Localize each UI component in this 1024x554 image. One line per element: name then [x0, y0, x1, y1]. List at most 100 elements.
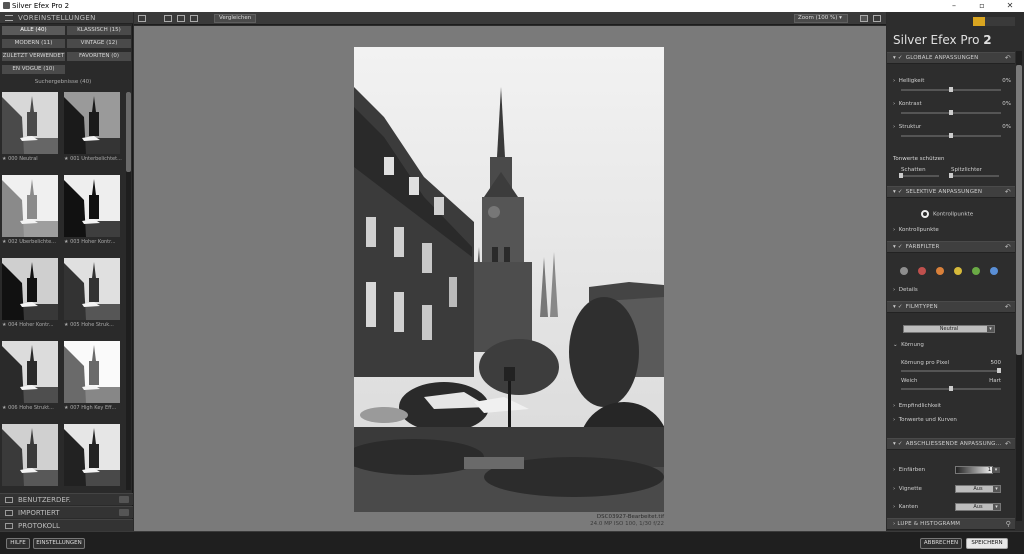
- reset-icon[interactable]: ↶: [1005, 302, 1011, 313]
- minimize-button[interactable]: –: [940, 0, 968, 12]
- maximize-button[interactable]: ▫: [968, 0, 996, 12]
- structure-slider-knob[interactable]: [949, 133, 953, 138]
- contrast-slider[interactable]: [901, 110, 1001, 115]
- grain-row[interactable]: ⌄ Körnung: [893, 342, 1011, 348]
- background-color-icon[interactable]: [860, 15, 868, 22]
- presets-header[interactable]: VOREINSTELLUNGEN: [0, 12, 133, 24]
- tab-recent[interactable]: ZULETZT VERWENDET: [1, 51, 66, 62]
- toggle-sidebar-icon[interactable]: [138, 15, 146, 22]
- save-button[interactable]: SPEICHERN: [966, 538, 1008, 549]
- reset-icon[interactable]: ↶: [1005, 53, 1011, 64]
- enabled-check-icon[interactable]: ✓: [898, 441, 903, 447]
- vignette-dropdown[interactable]: Aus ▾: [955, 485, 1001, 493]
- edges-dropdown[interactable]: Aus ▾: [955, 503, 1001, 511]
- grain-per-pixel-knob[interactable]: [997, 368, 1001, 373]
- close-button[interactable]: ✕: [996, 0, 1024, 12]
- brightness-slider-knob[interactable]: [949, 87, 953, 92]
- color-filter-swatch[interactable]: [900, 267, 908, 275]
- protect-shadows[interactable]: Schatten: [901, 167, 941, 173]
- view-toolbar: Vergleichen Zoom (100 %) ▾: [134, 12, 886, 25]
- zoom-dropdown[interactable]: Zoom (100 %) ▾: [794, 14, 848, 23]
- preset-thumbnail[interactable]: ★ 005 Hohe Struk...: [64, 258, 120, 330]
- preset-thumbnail[interactable]: ★ 000 Neutral: [2, 92, 58, 164]
- color-filter-swatch[interactable]: [972, 267, 980, 275]
- tab-all[interactable]: ALLE (40): [1, 25, 66, 36]
- film-type-dropdown[interactable]: Neutral ▾: [903, 325, 995, 333]
- section-loupe-histogram[interactable]: › LUPE & HISTOGRAMM ⚲: [887, 518, 1015, 530]
- image-canvas[interactable]: DSC03927-Bearbeitet.tif 24.0 MP ISO 100,…: [134, 26, 886, 531]
- adjustments-scrollbar[interactable]: [1016, 51, 1022, 521]
- tone-curves-row[interactable]: › Tonwerte und Kurven: [893, 417, 1011, 423]
- add-preset-button[interactable]: [119, 496, 129, 503]
- color-filter-swatch[interactable]: [990, 267, 998, 275]
- tab-favorites[interactable]: FAVORITEN (0): [66, 51, 132, 62]
- protect-shadows-knob[interactable]: [899, 173, 903, 178]
- preset-thumbnail[interactable]: ★ 003 Hoher Kontr...: [64, 175, 120, 247]
- protect-highlights[interactable]: Spitzlichter: [951, 167, 1001, 173]
- add-control-point-button[interactable]: Kontrollpunkte: [921, 210, 1001, 218]
- settings-button[interactable]: EINSTELLUNGEN: [33, 538, 85, 549]
- preset-thumbnail[interactable]: ★ 002 Überbelichte...: [2, 175, 58, 247]
- import-preset-button[interactable]: [119, 509, 129, 516]
- pin-icon[interactable]: ⚲: [1006, 519, 1011, 530]
- tab-en-vogue[interactable]: EN VOGUE (10): [1, 64, 66, 75]
- color-filter-details[interactable]: › Details: [893, 287, 1011, 293]
- sensitivity-row[interactable]: › Empfindlichkeit: [893, 403, 1011, 409]
- tab-classic[interactable]: KLASSISCH (15): [66, 25, 132, 36]
- enabled-check-icon[interactable]: ✓: [898, 244, 903, 250]
- preview-image[interactable]: [354, 47, 664, 512]
- color-filter-swatch[interactable]: [936, 267, 944, 275]
- protect-highlights-knob[interactable]: [949, 173, 953, 178]
- side-by-side-view-icon[interactable]: [190, 15, 198, 22]
- color-filter-swatch[interactable]: [918, 267, 926, 275]
- reset-icon[interactable]: ↶: [1005, 439, 1011, 450]
- split-view-icon[interactable]: [177, 15, 185, 22]
- toning-dropdown[interactable]: ▾ 1: [955, 466, 1000, 474]
- preset-thumbnail[interactable]: ★ 007 High Key Eff...: [64, 341, 120, 413]
- sensitivity-label: Empfindlichkeit: [898, 403, 942, 409]
- structure-slider[interactable]: [901, 133, 1001, 138]
- tab-modern[interactable]: MODERN (11): [1, 38, 66, 49]
- color-filter-swatch[interactable]: [954, 267, 962, 275]
- preset-thumbnail[interactable]: ★ 001 Unterbelichtet...: [64, 92, 122, 164]
- protect-highlights-label: Spitzlichter: [951, 167, 982, 173]
- enabled-check-icon[interactable]: ✓: [898, 304, 903, 310]
- enabled-check-icon[interactable]: ✓: [898, 55, 903, 61]
- tab-vintage[interactable]: VINTAGE (12): [66, 38, 132, 49]
- control-points-row[interactable]: › Kontrollpunkte: [893, 227, 1011, 233]
- softness-knob[interactable]: [949, 386, 953, 391]
- section-user-defined[interactable]: BENUTZERDEF.: [0, 493, 133, 505]
- preset-thumbnail[interactable]: [64, 424, 120, 490]
- preset-thumbnail[interactable]: ★ 004 Hoher Kontr...: [2, 258, 58, 330]
- toggle-right-panel-icon[interactable]: [873, 15, 881, 22]
- enabled-check-icon[interactable]: ✓: [898, 189, 903, 195]
- section-film-types[interactable]: ▾ ✓ FILMTYPEN ↶: [887, 301, 1015, 313]
- preset-thumbnail[interactable]: [2, 424, 58, 490]
- section-finishing-adjustments[interactable]: ▾ ✓ ABSCHLIESSENDE ANPASSUNG... ↶: [887, 438, 1015, 450]
- reset-icon[interactable]: ↶: [1005, 242, 1011, 253]
- preset-thumbnail[interactable]: ★ 006 Hohe Strukt...: [2, 341, 58, 413]
- cancel-button[interactable]: ABBRECHEN: [920, 538, 962, 549]
- softness-slider[interactable]: [901, 386, 1001, 391]
- reset-icon[interactable]: ↶: [1005, 187, 1011, 198]
- protect-highlights-slider[interactable]: [949, 173, 999, 178]
- help-button[interactable]: HILFE: [6, 538, 30, 549]
- presets-panel: VOREINSTELLUNGEN ALLE (40) KLASSISCH (15…: [0, 12, 133, 531]
- section-selective-adjustments[interactable]: ▾ ✓ SELEKTIVE ANPASSUNGEN ↶: [887, 186, 1015, 198]
- protect-shadows-slider[interactable]: [899, 173, 939, 178]
- preset-label: ★ 007 High Key Eff...: [64, 405, 117, 411]
- brightness-slider[interactable]: [901, 87, 1001, 92]
- contrast-slider-knob[interactable]: [949, 110, 953, 115]
- presets-scrollbar[interactable]: [126, 92, 131, 490]
- single-view-icon[interactable]: [164, 15, 172, 22]
- protect-shadows-label: Schatten: [901, 167, 926, 173]
- section-global-adjustments[interactable]: ▾ ✓ GLOBALE ANPASSUNGEN ↶: [887, 52, 1015, 64]
- section-imported[interactable]: IMPORTIERT: [0, 506, 133, 518]
- adjustments-scrollbar-thumb[interactable]: [1016, 65, 1022, 355]
- presets-scrollbar-thumb[interactable]: [126, 92, 131, 172]
- grain-per-pixel-slider[interactable]: [901, 368, 1001, 373]
- section-color-filter[interactable]: ▾ ✓ FARBFILTER ↶: [887, 241, 1015, 253]
- section-history[interactable]: PROTOKOLL: [0, 519, 133, 531]
- contrast-row: › Kontrast 0%: [893, 101, 1011, 107]
- compare-button[interactable]: Vergleichen: [214, 14, 257, 23]
